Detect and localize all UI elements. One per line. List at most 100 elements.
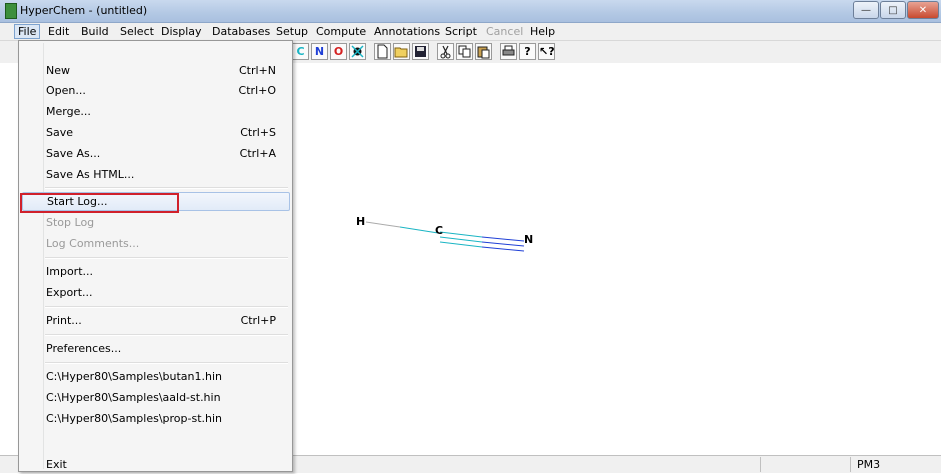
status-cell-empty <box>760 457 850 472</box>
menu-item-save[interactable]: Save Ctrl+S <box>22 123 290 142</box>
cut-icon <box>440 45 451 59</box>
menu-item-label: Open... <box>46 84 86 97</box>
menu-item-label: C:\Hyper80\Samples\prop-st.hin <box>46 412 223 425</box>
start-log-highlight-box <box>20 193 179 213</box>
copy-button[interactable] <box>456 43 473 60</box>
menu-item-log-comments: Log Comments... <box>22 234 290 253</box>
menu-item-save-as[interactable]: Save As... Ctrl+A <box>22 144 290 163</box>
c-n-bond-n3 <box>481 246 525 252</box>
menu-item-preferences[interactable]: Preferences... <box>22 339 290 358</box>
new-file-button[interactable] <box>374 43 391 60</box>
menu-separator <box>45 257 288 259</box>
window-title: HyperChem - (untitled) <box>20 4 148 17</box>
menu-item-recent-file-1[interactable]: C:\Hyper80\Samples\butan1.hin <box>22 367 290 386</box>
menu-item-shortcut: Ctrl+N <box>238 64 276 77</box>
print-icon <box>502 45 515 56</box>
menu-item-label: Merge... <box>46 105 91 118</box>
save-disk-button[interactable] <box>412 43 429 60</box>
menu-compute[interactable]: Compute <box>313 24 369 39</box>
menu-item-label: C:\Hyper80\Samples\butan1.hin <box>46 370 223 383</box>
menu-item-label: Save As... <box>46 147 101 160</box>
h-c-bond <box>399 226 439 234</box>
menu-item-export[interactable]: Export... <box>22 283 290 302</box>
help-button[interactable]: ? <box>519 43 536 60</box>
menu-separator <box>45 187 288 189</box>
print-button[interactable] <box>500 43 517 60</box>
c-n-bond-n1 <box>481 236 525 242</box>
menu-item-exit[interactable]: Exit <box>22 455 290 474</box>
context-help-button[interactable]: ↖? <box>538 43 555 60</box>
menu-item-label: Log Comments... <box>46 237 140 250</box>
open-folder-button[interactable] <box>393 43 410 60</box>
save-disk-icon <box>415 46 426 57</box>
menu-build[interactable]: Build <box>78 24 112 39</box>
nitrogen-element-button[interactable]: N <box>311 43 328 60</box>
menu-item-save-as-html[interactable]: Save As HTML... <box>22 165 290 184</box>
menu-databases[interactable]: Databases <box>209 24 273 39</box>
title-bar: HyperChem - (untitled) — □ ✕ <box>0 0 941 23</box>
menu-item-open[interactable]: Open... Ctrl+O <box>22 81 290 100</box>
status-method: PM3 <box>850 457 941 472</box>
mark-icon <box>351 45 364 58</box>
menu-select[interactable]: Select <box>117 24 157 39</box>
mark-button[interactable] <box>349 43 366 60</box>
menu-item-label: Stop Log <box>46 216 95 229</box>
context-help-icon: ↖? <box>539 45 555 58</box>
menu-annotations[interactable]: Annotations <box>371 24 443 39</box>
menu-item-label: Preferences... <box>46 342 122 355</box>
menu-separator <box>45 306 288 308</box>
menu-item-recent-file-3[interactable]: C:\Hyper80\Samples\prop-st.hin <box>22 409 290 428</box>
paste-icon <box>477 46 490 59</box>
menu-item-shortcut: Ctrl+S <box>240 126 276 139</box>
paste-button[interactable] <box>475 43 492 60</box>
maximize-button[interactable]: □ <box>880 1 906 19</box>
menu-item-import[interactable]: Import... <box>22 262 290 281</box>
menu-edit[interactable]: Edit <box>45 24 72 39</box>
nitrogen-atom-label: N <box>524 233 534 246</box>
menu-item-merge[interactable]: Merge... <box>22 102 290 121</box>
menu-item-print[interactable]: Print... Ctrl+P <box>22 311 290 330</box>
menu-item-label: Import... <box>46 265 93 278</box>
menu-separator <box>45 362 288 364</box>
c-n-bond-n2 <box>481 241 525 247</box>
hydrogen-atom-label: H <box>356 215 366 228</box>
menu-display[interactable]: Display <box>158 24 205 39</box>
menu-item-shortcut: Ctrl+P <box>240 314 276 327</box>
file-menu-dropdown: New Ctrl+N Open... Ctrl+O Merge... Save Ctr… <box>18 40 293 472</box>
carbon-atom-label: C <box>435 224 444 237</box>
c-n-bond-c1 <box>439 231 483 238</box>
cut-button[interactable] <box>437 43 454 60</box>
menu-item-new[interactable]: New Ctrl+N <box>22 61 290 80</box>
help-icon: ? <box>524 45 531 58</box>
h-c-bond-light <box>365 221 401 228</box>
menu-bar: File Edit Build Select Display Databases… <box>0 23 941 41</box>
menu-cancel: Cancel <box>486 25 524 38</box>
menu-item-label: Print... <box>46 314 82 327</box>
open-folder-icon <box>394 47 408 58</box>
menu-item-label: New <box>46 64 70 77</box>
menu-help[interactable]: Help <box>527 24 558 39</box>
carbon-element-button[interactable]: C <box>292 43 309 60</box>
menu-item-shortcut: Ctrl+A <box>239 147 276 160</box>
menu-separator <box>45 334 288 336</box>
menu-script[interactable]: Script <box>442 24 480 39</box>
close-button[interactable]: ✕ <box>907 1 939 19</box>
minimize-button[interactable]: — <box>853 1 879 19</box>
app-icon <box>5 3 17 19</box>
oxygen-element-button[interactable]: O <box>330 43 347 60</box>
menu-item-label: C:\Hyper80\Samples\aald-st.hin <box>46 391 221 404</box>
new-file-icon <box>377 44 388 59</box>
menu-item-label: Exit <box>46 458 67 471</box>
menu-item-label: Save As HTML... <box>46 168 135 181</box>
menu-item-shortcut: Ctrl+O <box>238 84 276 97</box>
copy-icon <box>458 45 471 58</box>
menu-item-recent-file-2[interactable]: C:\Hyper80\Samples\aald-st.hin <box>22 388 290 407</box>
close-icon: ✕ <box>918 4 928 16</box>
menu-item-label: Save <box>46 126 74 139</box>
menu-item-stop-log: Stop Log <box>22 213 290 232</box>
menu-setup[interactable]: Setup <box>273 24 311 39</box>
menu-file[interactable]: File <box>14 24 41 39</box>
menu-item-label: Export... <box>46 286 93 299</box>
maximize-icon: □ <box>888 4 898 16</box>
minimize-icon: — <box>861 4 871 16</box>
